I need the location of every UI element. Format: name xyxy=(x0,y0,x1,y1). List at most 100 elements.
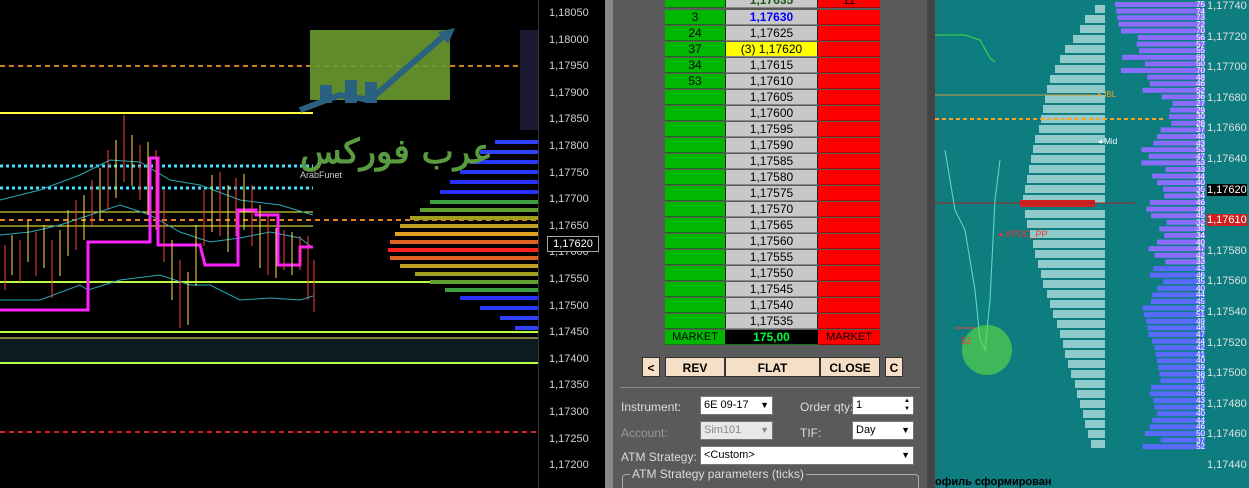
bid-cell[interactable]: 37 xyxy=(665,42,725,57)
bid-cell[interactable] xyxy=(665,266,725,281)
price-tick-label: 1,18000 xyxy=(549,33,589,46)
order-count-label: 52 xyxy=(961,336,972,346)
bid-cell[interactable] xyxy=(665,218,725,233)
bid-cell[interactable] xyxy=(665,122,725,137)
dom-row[interactable]: 1,17600 xyxy=(665,106,880,121)
ask-cell[interactable] xyxy=(818,298,880,313)
bid-cell[interactable] xyxy=(665,106,725,121)
watermark-arabic: عرب فوركس xyxy=(300,132,493,172)
bid-cell[interactable]: 3 xyxy=(665,10,725,25)
account-select[interactable]: Sim101 ▼ xyxy=(700,421,773,440)
dom-row[interactable]: 1,17545 xyxy=(665,282,880,297)
ask-cell[interactable] xyxy=(818,266,880,281)
ask-cell[interactable] xyxy=(818,74,880,89)
bid-cell[interactable] xyxy=(665,0,725,8)
dom-row[interactable]: 1,17590 xyxy=(665,138,880,153)
dom-row[interactable]: 1,17585 xyxy=(665,154,880,169)
ask-cell[interactable] xyxy=(818,26,880,41)
reverse-button[interactable]: REV xyxy=(665,357,725,377)
price-tick-label: 1,17500 xyxy=(549,299,589,312)
ask-cell[interactable]: 11 xyxy=(818,0,880,8)
market-sell-button[interactable]: MARKET xyxy=(818,330,880,345)
dom-row[interactable]: 1,17560 xyxy=(665,234,880,249)
dom-row[interactable]: 1,17570 xyxy=(665,202,880,217)
dom-row[interactable]: 34 1,17615 xyxy=(665,58,880,73)
bid-cell[interactable] xyxy=(665,250,725,265)
ask-cell[interactable] xyxy=(818,314,880,329)
price-cell: 1,17580 xyxy=(725,170,818,185)
panel-splitter[interactable] xyxy=(605,0,613,488)
atm-strategy-select[interactable]: <Custom> ▼ xyxy=(700,446,914,465)
bid-cell[interactable] xyxy=(665,202,725,217)
ask-cell[interactable] xyxy=(818,90,880,105)
dom-row[interactable]: 1,17555 xyxy=(665,250,880,265)
bid-cell[interactable]: 24 xyxy=(665,26,725,41)
ask-cell[interactable] xyxy=(818,250,880,265)
price-tick-label: 1,17650 xyxy=(549,219,589,232)
flat-button[interactable]: FLAT xyxy=(725,357,820,377)
atm-params-title: ATM Strategy parameters (ticks) xyxy=(630,467,806,481)
right-price-tick-label: 1,17660 xyxy=(1207,122,1247,135)
bid-cell[interactable] xyxy=(665,282,725,297)
dom-row[interactable]: 24 1,17625 xyxy=(665,26,880,41)
ask-cell[interactable] xyxy=(818,234,880,249)
ask-cell[interactable] xyxy=(818,42,880,57)
price-cell: 1,17590 xyxy=(725,138,818,153)
dom-row[interactable]: 1,17605 xyxy=(665,90,880,105)
ask-cell[interactable] xyxy=(818,282,880,297)
c-button[interactable]: C xyxy=(885,357,903,377)
ask-cell[interactable] xyxy=(818,138,880,153)
ask-cell[interactable] xyxy=(818,170,880,185)
ask-cell[interactable] xyxy=(818,186,880,201)
ask-cell[interactable] xyxy=(818,106,880,121)
bid-cell[interactable] xyxy=(665,234,725,249)
ask-cell[interactable] xyxy=(818,154,880,169)
price-tick-label: 1,18050 xyxy=(549,7,589,19)
instrument-select[interactable]: 6E 09-17 ▼ xyxy=(700,396,773,415)
dom-row[interactable]: 3 1,17630 xyxy=(665,10,880,25)
ask-cell[interactable] xyxy=(818,202,880,217)
market-buy-button[interactable]: MARKET xyxy=(665,330,725,345)
instrument-label: Instrument: xyxy=(621,400,682,414)
price-tick-label: 1,17850 xyxy=(549,113,589,126)
bid-cell[interactable] xyxy=(665,90,725,105)
dom-row[interactable]: 37 (3) 1,17620 xyxy=(665,42,880,57)
dom-row[interactable]: 1,17540 xyxy=(665,298,880,313)
close-button[interactable]: CLOSE xyxy=(820,357,880,377)
bid-cell[interactable] xyxy=(665,298,725,313)
dom-row[interactable]: 1,17580 xyxy=(665,170,880,185)
dom-row-top[interactable]: 1,17635 11 xyxy=(665,0,880,8)
depth-of-market-panel[interactable]: 1,17635 11 3 1,17630 24 1,17625 37 (3) 1,1762… xyxy=(605,0,935,488)
price-tick-label: 1,17350 xyxy=(549,379,589,392)
tif-select[interactable]: Day ▼ xyxy=(852,421,914,440)
bid-cell[interactable] xyxy=(665,138,725,153)
bid-cell[interactable]: 34 xyxy=(665,58,725,73)
ask-cell[interactable] xyxy=(818,58,880,73)
candlestick-chart[interactable] xyxy=(0,0,538,488)
right-volume-profile-chart[interactable]: ▸ IBL ◂ Mid ◂ VPOC_PP 52 офиль сформиров… xyxy=(935,0,1249,488)
ask-cell[interactable] xyxy=(818,122,880,137)
collapse-button[interactable]: < xyxy=(642,357,660,377)
stepper-arrows-icon[interactable]: ▲ ▼ xyxy=(904,397,910,413)
dom-row[interactable]: 53 1,17610 xyxy=(665,74,880,89)
right-price-tick-label: 1,17480 xyxy=(1207,397,1247,410)
ask-cell[interactable] xyxy=(818,218,880,233)
dom-row[interactable]: 1,17565 xyxy=(665,218,880,233)
bid-cell[interactable]: 53 xyxy=(665,74,725,89)
dom-row[interactable]: 1,17535 xyxy=(665,314,880,329)
bid-cell[interactable] xyxy=(665,314,725,329)
bid-cell[interactable] xyxy=(665,154,725,169)
ask-cell[interactable] xyxy=(818,10,880,25)
order-qty-stepper[interactable]: 1 ▲ ▼ xyxy=(852,396,914,415)
price-tick-label: 1,17250 xyxy=(549,432,589,445)
vertical-scrollbar[interactable] xyxy=(927,0,935,488)
price-cell: 1,17630 xyxy=(725,10,818,25)
dom-row[interactable]: 1,17550 xyxy=(665,266,880,281)
dom-row[interactable]: 1,17595 xyxy=(665,122,880,137)
bid-cell[interactable] xyxy=(665,186,725,201)
left-price-axis[interactable]: 1,18050 1,18000 1,17950 1,17900 1,17850 1,178… xyxy=(538,0,605,488)
left-price-chart[interactable]: عرب فوركس ArabFunet 1,18050 1,18000 1,1795… xyxy=(0,0,605,488)
bid-cell[interactable] xyxy=(665,170,725,185)
dom-row[interactable]: 1,17575 xyxy=(665,186,880,201)
right-price-tick-label: 1,17610 xyxy=(1207,214,1247,227)
